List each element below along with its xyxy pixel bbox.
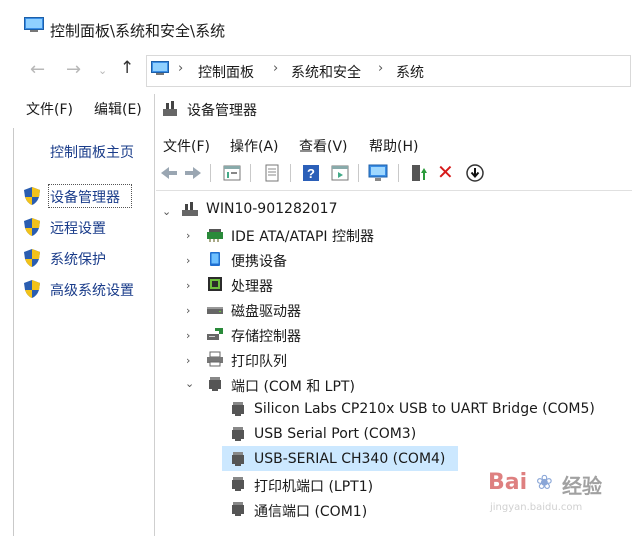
- port-usb-serial-com3[interactable]: USB Serial Port (COM3): [254, 426, 416, 442]
- dm-menu-view[interactable]: 查看(V): [299, 136, 348, 156]
- help-icon[interactable]: ?: [301, 163, 321, 183]
- shield-icon: [24, 249, 40, 267]
- port-com1[interactable]: 通信端口 (COM1): [254, 501, 367, 521]
- download-icon[interactable]: [465, 163, 485, 183]
- port-cp210x[interactable]: Silicon Labs CP210x USB to UART Bridge (…: [254, 401, 595, 417]
- port-icon: [209, 377, 221, 391]
- category-storage[interactable]: 存储控制器: [231, 326, 301, 346]
- port-icon: [232, 477, 244, 491]
- forward-icon[interactable]: [183, 163, 203, 183]
- paw-icon: ❀: [536, 470, 553, 494]
- category-portable[interactable]: 便携设备: [231, 251, 287, 271]
- toolbar-separator: [290, 164, 291, 182]
- device-manager-link[interactable]: 设备管理器: [50, 187, 120, 207]
- watermark-url: jingyan.baidu.com: [490, 502, 583, 513]
- breadcrumb-separator: ›: [378, 61, 384, 76]
- watermark-brand: Bai: [488, 470, 528, 495]
- system-window-icon: [24, 17, 44, 32]
- breadcrumb-system[interactable]: 系统: [396, 62, 424, 82]
- print-queue-icon: [207, 351, 223, 367]
- device-manager-title: 设备管理器: [187, 103, 257, 119]
- print-icon[interactable]: [262, 163, 282, 183]
- disk-drive-icon: [207, 307, 223, 314]
- toolbar-separator: [398, 164, 399, 182]
- category-print-queue[interactable]: 打印队列: [231, 351, 287, 371]
- shield-icon: [24, 218, 40, 236]
- toolbar-separator: [250, 164, 251, 182]
- port-ch340-com4[interactable]: USB-SERIAL CH340 (COM4): [254, 451, 445, 467]
- dm-menu-file[interactable]: 文件(F): [163, 136, 210, 156]
- advanced-settings-link[interactable]: 高级系统设置: [50, 280, 134, 300]
- menu-file[interactable]: 文件(F): [26, 99, 73, 119]
- baidu-watermark: Bai ❀ 经验 jingyan.baidu.com: [484, 462, 634, 526]
- svg-text:?: ?: [307, 166, 315, 181]
- uninstall-icon[interactable]: ✕: [437, 160, 454, 184]
- expand-chevron-icon[interactable]: ›: [186, 279, 190, 292]
- system-protection-link[interactable]: 系统保护: [50, 249, 106, 269]
- remote-settings-link[interactable]: 远程设置: [50, 218, 106, 238]
- device-manager-icon: [163, 101, 177, 116]
- toolbar-separator: [358, 164, 359, 182]
- shield-icon: [24, 187, 40, 205]
- view-icon[interactable]: [330, 163, 350, 183]
- breadcrumb-separator: ›: [273, 61, 279, 76]
- control-panel-home-link[interactable]: 控制面板主页: [50, 142, 134, 162]
- expand-chevron-icon[interactable]: ›: [186, 354, 190, 367]
- forward-arrow-icon[interactable]: →: [66, 59, 81, 80]
- port-icon: [232, 452, 244, 466]
- port-lpt1[interactable]: 打印机端口 (LPT1): [254, 476, 373, 496]
- computer-icon: [182, 202, 198, 216]
- window-title: 控制面板\系统和安全\系统: [50, 22, 226, 40]
- menu-edit[interactable]: 编辑(E): [94, 99, 142, 119]
- port-icon: [232, 502, 244, 516]
- category-processor[interactable]: 处理器: [231, 276, 273, 296]
- expand-chevron-icon[interactable]: ›: [186, 229, 190, 242]
- back-icon[interactable]: [159, 163, 179, 183]
- portable-device-icon: [210, 252, 220, 266]
- port-icon: [232, 402, 244, 416]
- shield-icon: [24, 280, 40, 298]
- dm-menu-help[interactable]: 帮助(H): [369, 136, 418, 156]
- ide-controller-icon: [207, 229, 223, 242]
- update-driver-icon[interactable]: [409, 163, 429, 183]
- back-arrow-icon[interactable]: ←: [30, 59, 45, 80]
- category-disk[interactable]: 磁盘驱动器: [231, 301, 301, 321]
- collapse-chevron-icon[interactable]: ⌄: [185, 377, 194, 390]
- category-ports[interactable]: 端口 (COM 和 LPT): [231, 376, 355, 396]
- category-ide[interactable]: IDE ATA/ATAPI 控制器: [231, 226, 374, 246]
- port-icon: [232, 427, 244, 441]
- processor-icon: [208, 277, 222, 291]
- breadcrumb-separator: ›: [178, 61, 184, 76]
- window-titlebar: 控制面板\系统和安全\系统: [0, 0, 640, 48]
- expand-chevron-icon[interactable]: ›: [186, 254, 190, 267]
- dm-menu-action[interactable]: 操作(A): [230, 136, 279, 156]
- breadcrumb-control-panel[interactable]: 控制面板: [198, 62, 254, 82]
- expand-chevron-icon[interactable]: ›: [186, 304, 190, 317]
- monitor-icon[interactable]: [368, 163, 388, 183]
- properties-icon[interactable]: [222, 163, 242, 183]
- storage-controller-icon: [207, 328, 223, 340]
- expand-chevron-icon[interactable]: ›: [186, 329, 190, 342]
- recent-chevron-icon[interactable]: ⌄: [98, 64, 107, 77]
- breadcrumb-system-security[interactable]: 系统和安全: [291, 62, 361, 82]
- collapse-chevron-icon[interactable]: ⌄: [162, 205, 171, 218]
- watermark-brand2: 经验: [562, 474, 602, 498]
- toolbar-separator: [210, 164, 211, 182]
- left-pane-border: [13, 128, 14, 536]
- tree-root[interactable]: WIN10-901282017: [206, 201, 337, 217]
- control-panel-icon: [151, 61, 169, 75]
- up-arrow-icon[interactable]: ↑: [120, 58, 134, 78]
